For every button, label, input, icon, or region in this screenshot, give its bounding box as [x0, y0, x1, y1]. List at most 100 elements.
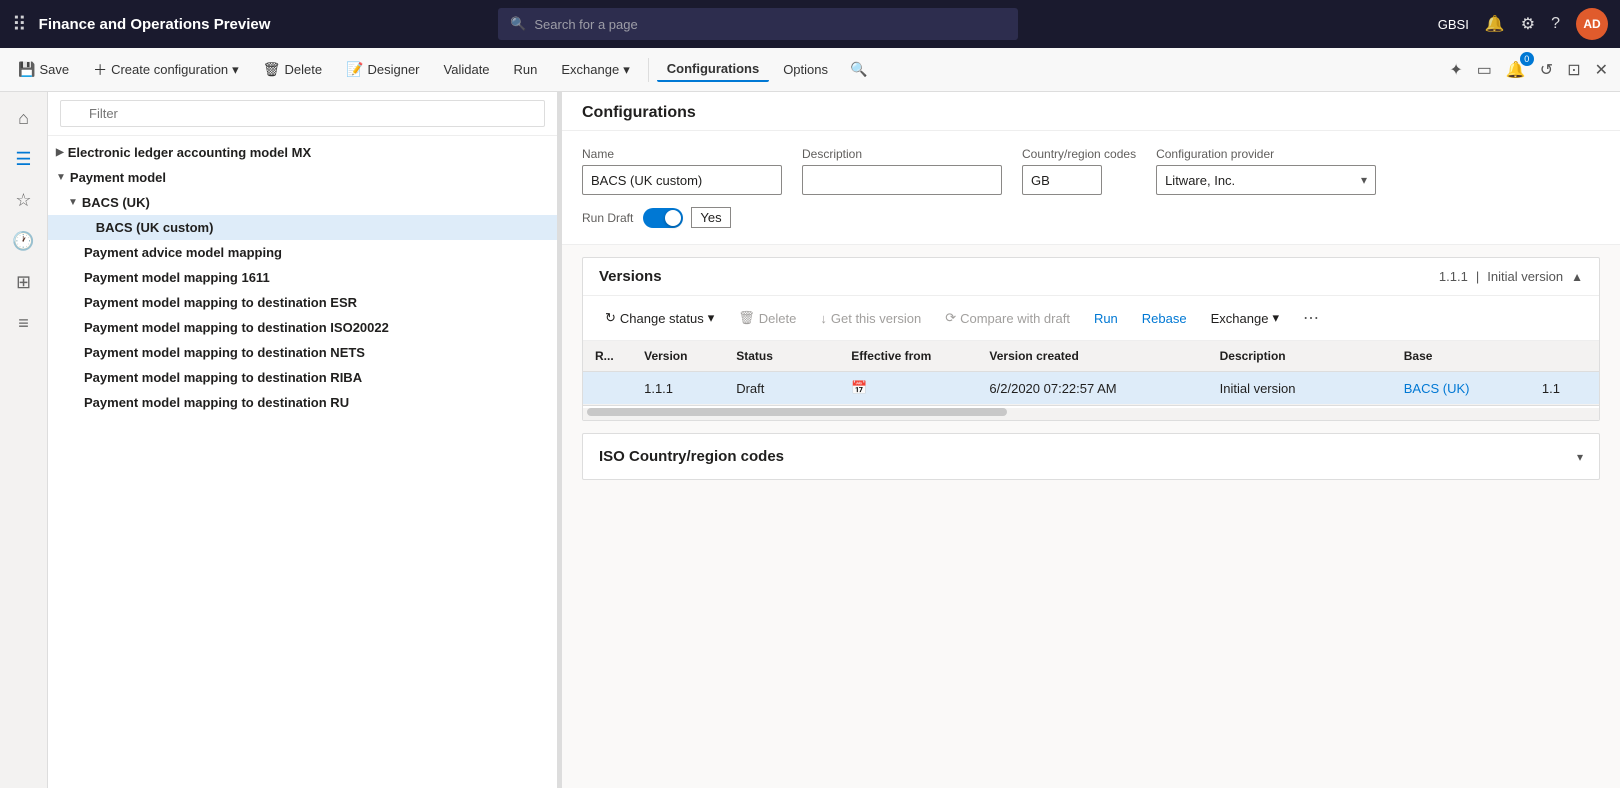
col-header-r: R... — [583, 341, 632, 372]
tree-label-bacs-custom: BACS (UK custom) — [96, 220, 214, 235]
tree-item-bacs-uk[interactable]: ▼ BACS (UK) — [48, 190, 557, 215]
chevron-down-icon: ▾ — [1272, 310, 1279, 326]
list-icon[interactable]: ☰ — [7, 141, 39, 178]
versions-run-button[interactable]: Run — [1084, 307, 1128, 330]
tree-label-pmmesr: Payment model mapping to destination ESR — [84, 295, 357, 310]
h-scroll-bar[interactable] — [583, 408, 1599, 420]
versions-exchange-button[interactable]: Exchange ▾ — [1201, 306, 1289, 330]
search-bar[interactable]: 🔍 Search for a page — [498, 8, 1018, 40]
configurations-tab[interactable]: Configurations — [657, 57, 769, 82]
tree-label-pamm: Payment advice model mapping — [84, 245, 282, 260]
col-header-effective: Effective from — [839, 341, 977, 372]
toggle-knob — [665, 210, 681, 226]
help-icon[interactable]: ? — [1551, 15, 1560, 33]
recent-icon[interactable]: 🕐 — [4, 223, 42, 260]
iso-title: ISO Country/region codes — [599, 448, 784, 465]
refresh-icon: ↻ — [605, 310, 616, 326]
create-config-button[interactable]: ＋ Create configuration ▾ — [83, 56, 249, 84]
provider-label: Configuration provider — [1156, 147, 1376, 161]
run-draft-toggle[interactable] — [643, 208, 683, 228]
versions-collapse-icon[interactable]: ▲ — [1571, 270, 1583, 284]
version-label: Initial version — [1487, 269, 1563, 284]
star-icon[interactable]: ☆ — [7, 182, 39, 219]
expand-icon[interactable]: ⊡ — [1563, 56, 1584, 84]
get-this-version-button: ↓ Get this version — [810, 307, 931, 330]
panel-icon[interactable]: ▭ — [1473, 56, 1496, 84]
close-icon[interactable]: ✕ — [1591, 56, 1612, 84]
menu-icon[interactable]: ≡ — [10, 305, 37, 342]
avatar[interactable]: AD — [1576, 8, 1608, 40]
home-icon[interactable]: ⌂ — [10, 100, 37, 137]
delete-button[interactable]: 🗑 Delete — [253, 57, 332, 82]
rebase-button[interactable]: Rebase — [1132, 307, 1197, 330]
main-layout: ⌂ ☰ ☆ 🕐 ⊞ ≡ ⊘ ▶ Electronic ledger accoun… — [0, 92, 1620, 788]
save-button[interactable]: 💾 Save — [8, 57, 79, 82]
table-row[interactable]: 1.1.1 Draft 📅 6/2/2020 07:22:57 AM Initi… — [583, 372, 1599, 405]
versions-table-container: R... Version Status Effective from Versi… — [583, 341, 1599, 405]
description-field: Description — [802, 147, 1002, 195]
validate-button[interactable]: Validate — [434, 58, 500, 81]
cell-status: Draft — [724, 372, 839, 405]
notification-badge[interactable]: 🔔 0 — [1502, 56, 1530, 84]
versions-title: Versions — [599, 268, 662, 285]
versions-delete-button: 🗑 Delete — [728, 306, 806, 330]
tree-item-pmmriba[interactable]: Payment model mapping to destination RIB… — [48, 365, 557, 390]
iso-header[interactable]: ISO Country/region codes ▾ — [583, 434, 1599, 479]
refresh-icon[interactable]: ↺ — [1536, 56, 1557, 84]
col-header-status: Status — [724, 341, 839, 372]
filter-input[interactable] — [60, 100, 545, 127]
base-link[interactable]: BACS (UK) — [1404, 381, 1470, 396]
sparkle-icon[interactable]: ✦ — [1445, 56, 1466, 84]
tree-item-pmmru[interactable]: Payment model mapping to destination RU — [48, 390, 557, 415]
designer-icon: 📝 — [346, 61, 363, 78]
versions-toolbar: ↻ Change status ▾ 🗑 Delete ↓ Get this ve… — [583, 296, 1599, 341]
tree-item-pmmiso[interactable]: Payment model mapping to destination ISO… — [48, 315, 557, 340]
cell-base: BACS (UK) — [1392, 372, 1530, 405]
app-title: Finance and Operations Preview — [39, 16, 271, 33]
toolbar-divider — [648, 58, 649, 82]
versions-info: 1.1.1 | Initial version ▲ — [1439, 269, 1583, 284]
filter-search-icon[interactable]: 🔍 — [850, 61, 867, 78]
iso-chevron-icon[interactable]: ▾ — [1577, 450, 1583, 464]
tree-item-pamm[interactable]: Payment advice model mapping — [48, 240, 557, 265]
main-toolbar: 💾 Save ＋ Create configuration ▾ 🗑 Delete… — [0, 48, 1620, 92]
tree-item-pmmesr[interactable]: Payment model mapping to destination ESR — [48, 290, 557, 315]
description-input[interactable] — [802, 165, 1002, 195]
tree-item-pmmnets[interactable]: Payment model mapping to destination NET… — [48, 340, 557, 365]
col-header-desc: Description — [1208, 341, 1392, 372]
toggle-yes-label: Yes — [691, 207, 730, 228]
h-scroll-thumb[interactable] — [587, 408, 1007, 416]
delete-icon: 🗑 — [738, 310, 755, 326]
country-input[interactable] — [1022, 165, 1102, 195]
tree-item-pm[interactable]: ▼ Payment model — [48, 165, 557, 190]
description-label: Description — [802, 147, 1002, 161]
toggle-container: Yes — [643, 207, 730, 228]
tree-label-pmmiso: Payment model mapping to destination ISO… — [84, 320, 389, 335]
run-button[interactable]: Run — [504, 58, 548, 81]
exchange-button[interactable]: Exchange ▾ — [551, 58, 639, 82]
waffle-icon[interactable]: ⠿ — [12, 12, 27, 37]
h-scroll-container — [583, 405, 1599, 420]
calendar-icon[interactable]: 📅 — [851, 380, 867, 395]
name-field: Name — [582, 147, 782, 195]
tree-item-bacs-custom[interactable]: ▶ BACS (UK custom) — [48, 215, 557, 240]
notification-icon[interactable]: 🔔 — [1485, 14, 1505, 34]
filter-box: ⊘ — [48, 92, 557, 136]
form-section: Name Description Country/region codes Co… — [562, 131, 1620, 245]
designer-button[interactable]: 📝 Designer — [336, 57, 429, 82]
more-options-button[interactable]: ⋯ — [1293, 304, 1329, 332]
country-label: Country/region codes — [1022, 147, 1136, 161]
top-nav-right: GBSI 🔔 ⚙ ? AD — [1438, 8, 1608, 40]
options-tab[interactable]: Options — [773, 58, 838, 81]
provider-select[interactable]: Litware, Inc. ▾ — [1156, 165, 1376, 195]
name-input[interactable] — [582, 165, 782, 195]
tree-item-pmm1611[interactable]: Payment model mapping 1611 — [48, 265, 557, 290]
col-header-version: Version — [632, 341, 724, 372]
country-field: Country/region codes — [1022, 147, 1136, 195]
dashboard-icon[interactable]: ⊞ — [8, 264, 39, 301]
settings-icon[interactable]: ⚙ — [1521, 14, 1535, 34]
tree-item-elam[interactable]: ▶ Electronic ledger accounting model MX — [48, 140, 557, 165]
cell-created: 6/2/2020 07:22:57 AM — [977, 372, 1207, 405]
tree-label-bacs-uk: BACS (UK) — [82, 195, 150, 210]
change-status-button[interactable]: ↻ Change status ▾ — [595, 306, 724, 330]
